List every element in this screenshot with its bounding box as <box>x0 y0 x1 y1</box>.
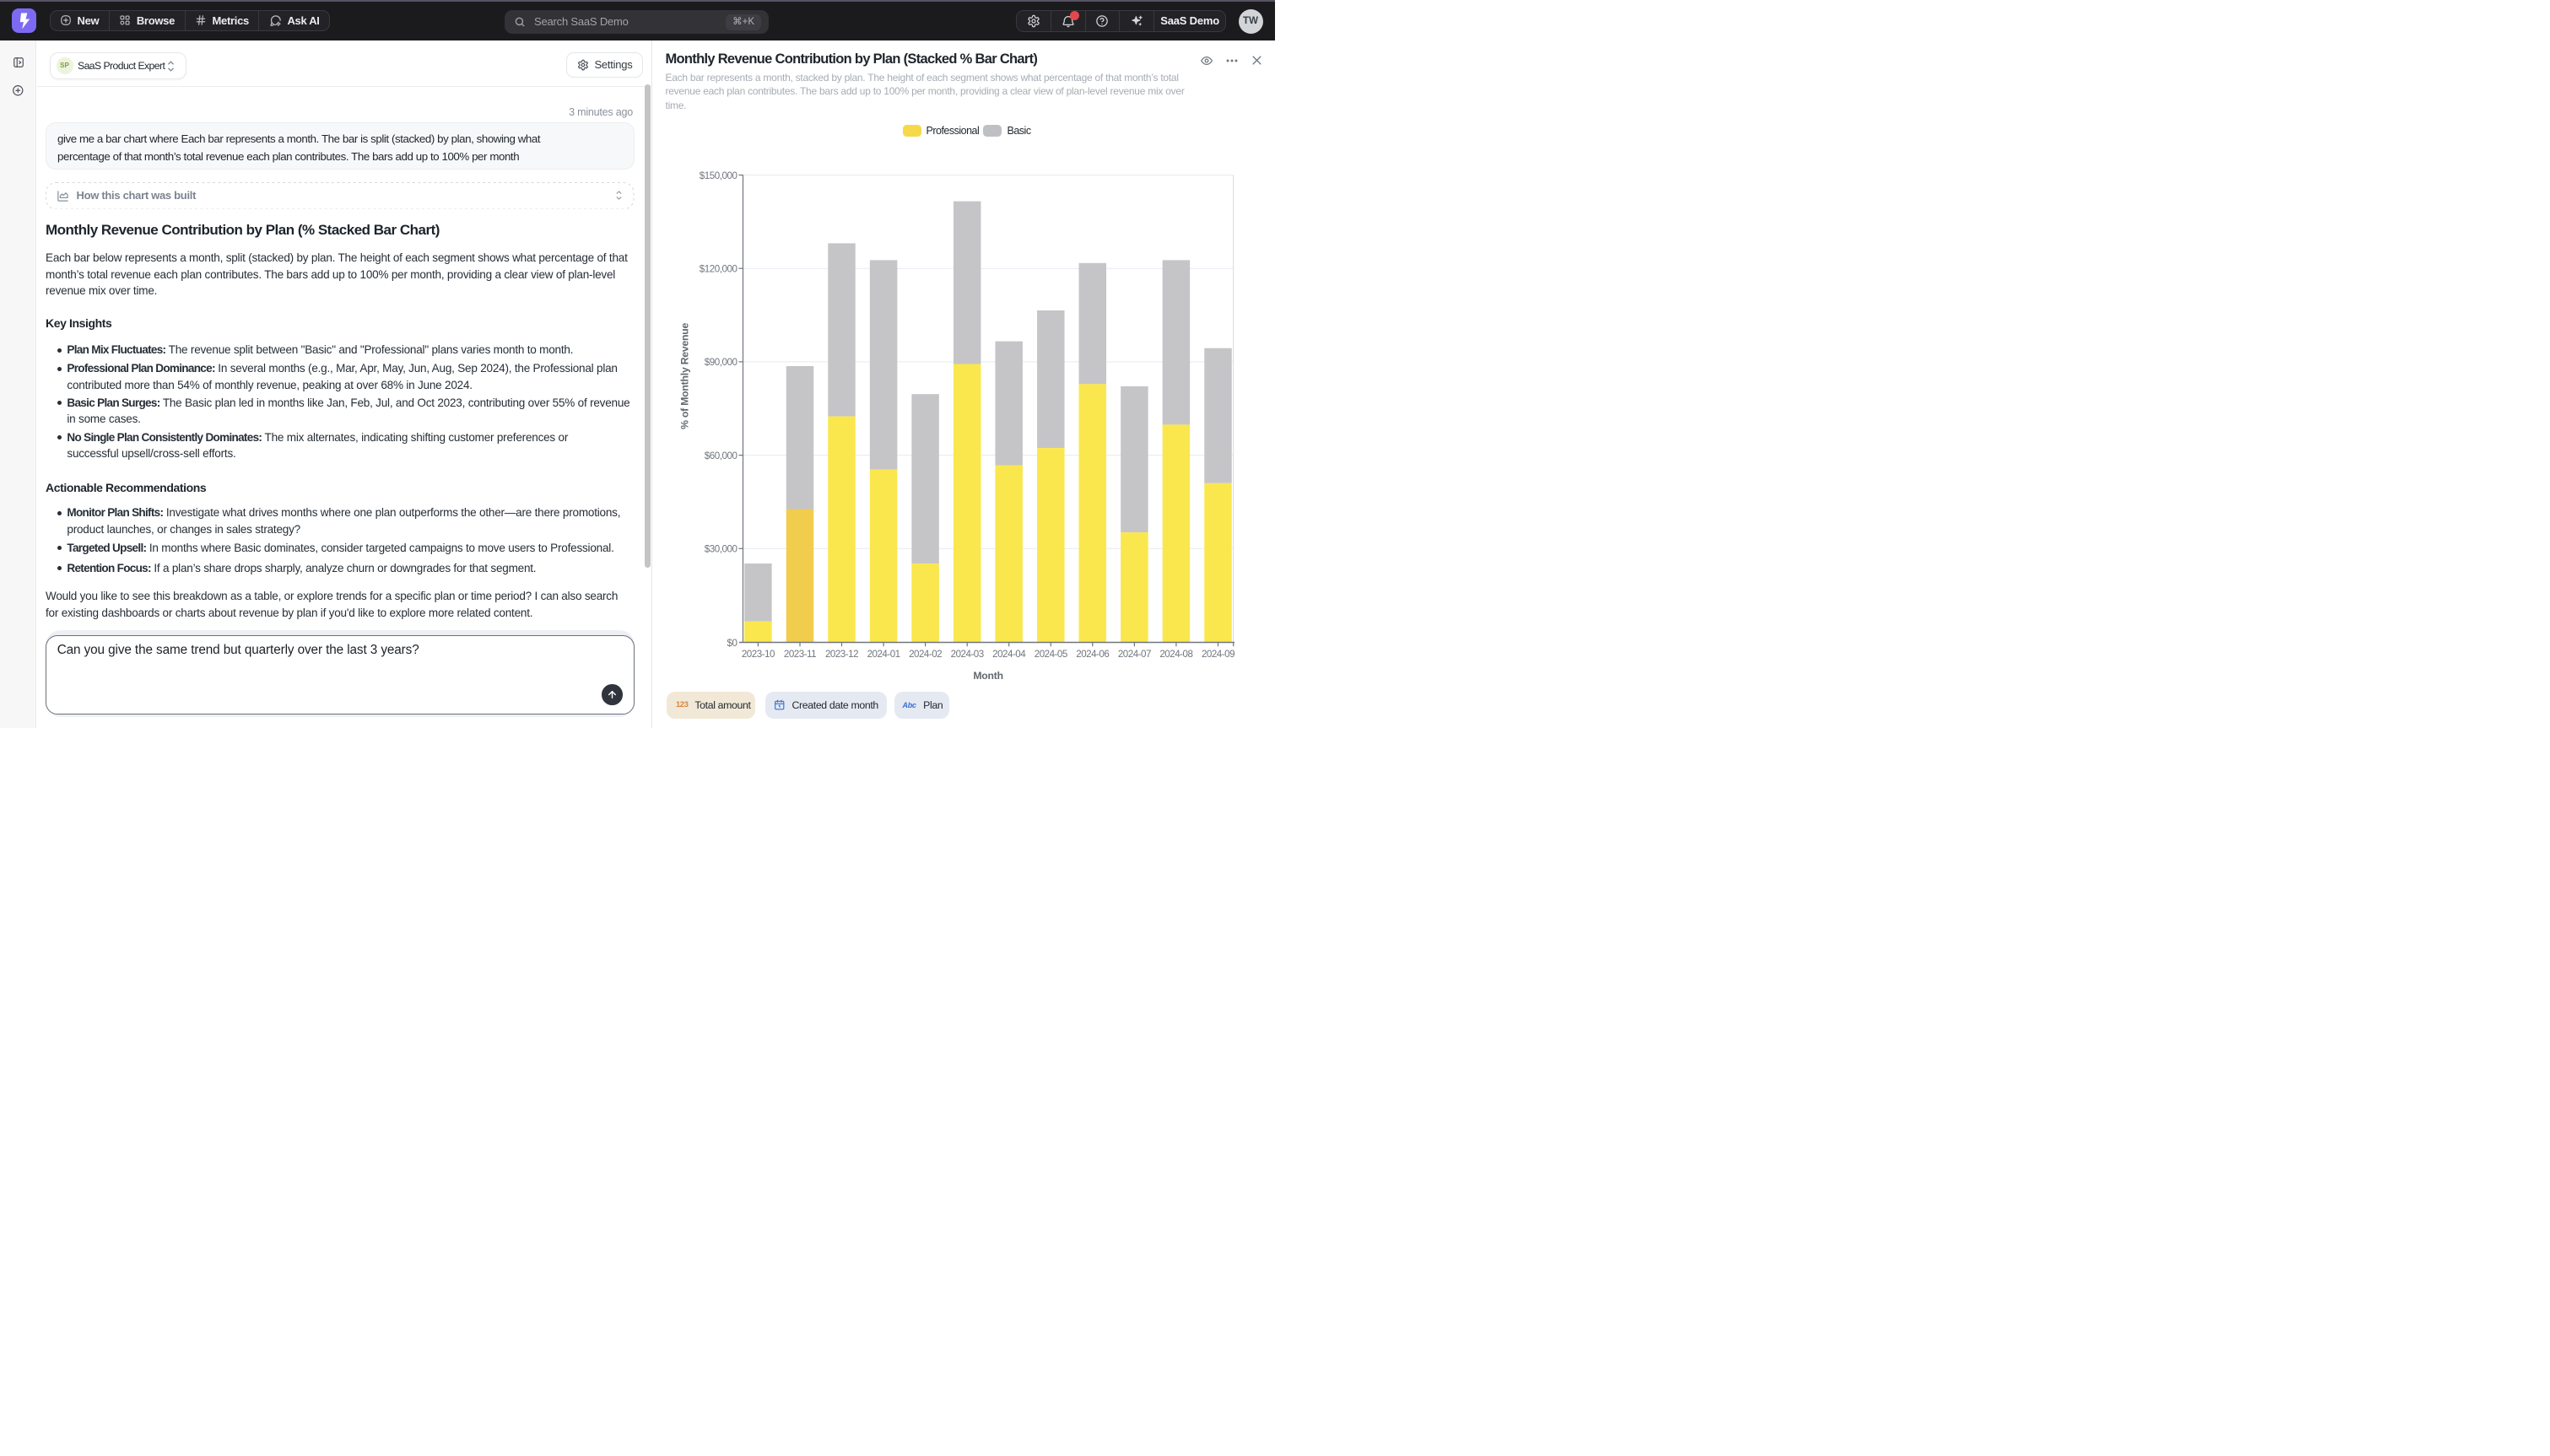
svg-text:$30,000: $30,000 <box>705 543 737 554</box>
svg-text:$150,000: $150,000 <box>700 170 737 181</box>
svg-text:2024-02: 2024-02 <box>909 649 942 660</box>
svg-text:2024-03: 2024-03 <box>951 649 984 660</box>
svg-text:$60,000: $60,000 <box>705 450 737 461</box>
svg-text:2024-05: 2024-05 <box>1035 649 1067 660</box>
svg-text:Month: Month <box>973 670 1003 682</box>
svg-text:$90,000: $90,000 <box>705 357 737 368</box>
svg-text:2024-07: 2024-07 <box>1118 649 1151 660</box>
svg-text:2024-01: 2024-01 <box>867 649 900 660</box>
svg-text:2023-12: 2023-12 <box>825 649 858 660</box>
svg-text:2024-04: 2024-04 <box>992 649 1026 660</box>
svg-text:$120,000: $120,000 <box>700 263 737 274</box>
svg-text:2024-06: 2024-06 <box>1076 649 1109 660</box>
svg-text:% of Monthly Revenue: % of Monthly Revenue <box>679 322 691 429</box>
svg-text:2023-11: 2023-11 <box>784 649 816 660</box>
svg-text:$0: $0 <box>727 637 737 648</box>
svg-text:2024-08: 2024-08 <box>1159 649 1192 660</box>
svg-text:2024-09: 2024-09 <box>1202 649 1234 660</box>
svg-text:2023-10: 2023-10 <box>742 649 775 660</box>
